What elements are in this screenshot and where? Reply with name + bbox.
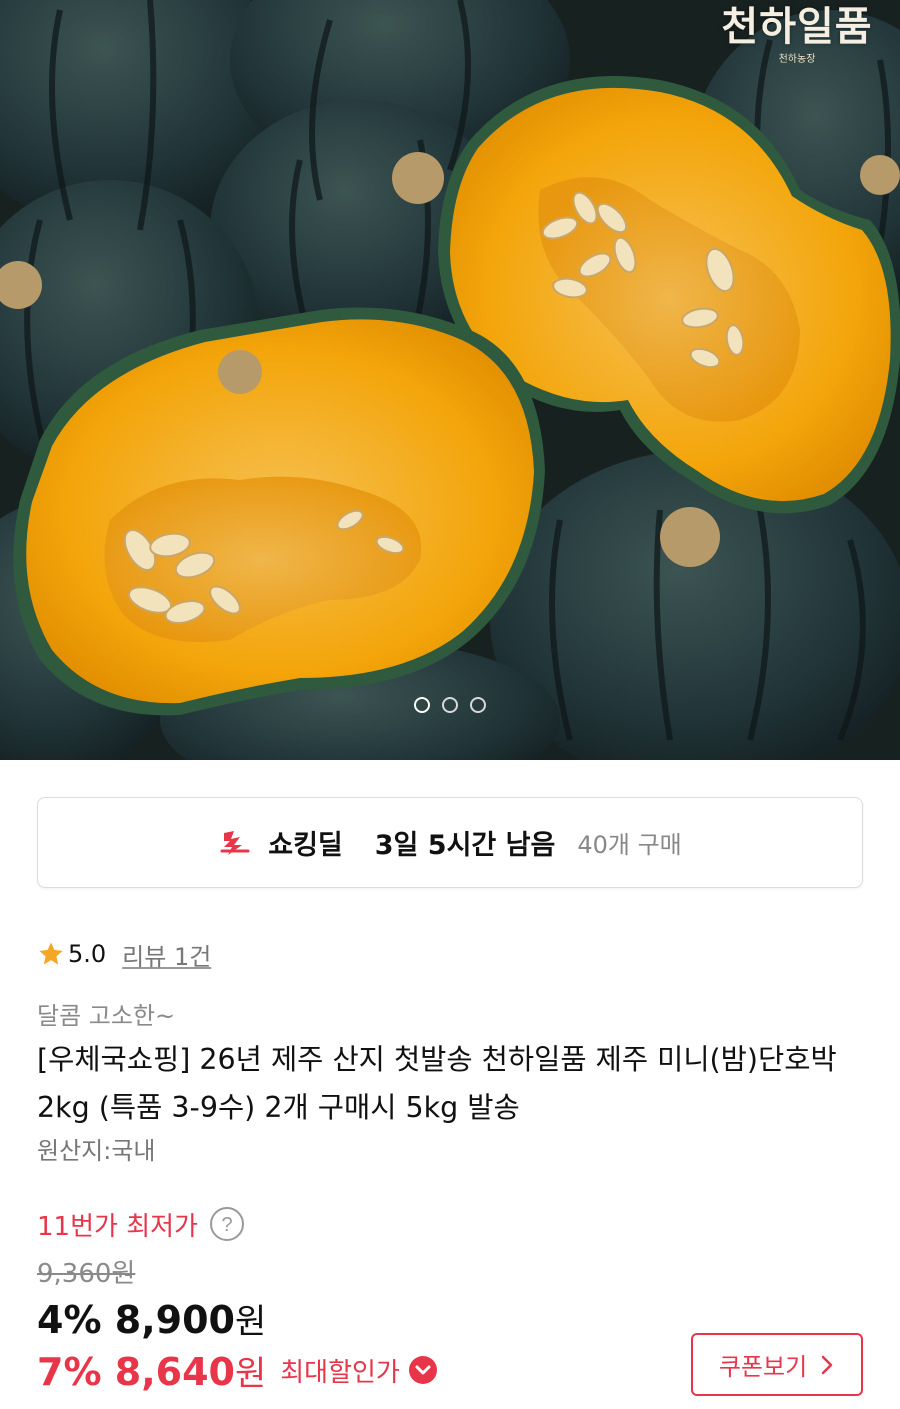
chevron-down-icon[interactable] (408, 1355, 438, 1385)
max-discount-label: 최대할인가 (280, 1357, 400, 1388)
rating-row: 5.0 리뷰 1건 (37, 936, 211, 972)
pumpkin-photo (0, 0, 900, 760)
max-discount-price: 8,640 (114, 1349, 235, 1394)
max-discount-row: 7% 8,640원 최대할인가 (37, 1345, 438, 1395)
star-icon (39, 942, 63, 965)
review-link[interactable]: 리뷰 1건 (122, 937, 211, 972)
product-image-carousel[interactable]: 천하일품 천하농장 (0, 0, 900, 760)
discount-price: 8,900 (114, 1298, 235, 1342)
lowest-price-label: 11번가 최저가 (37, 1211, 198, 1242)
coupon-button-label: 쿠폰보기 (718, 1353, 808, 1381)
brand-watermark: 천하일품 천하농장 (712, 3, 882, 66)
original-price: 9,360원 (37, 1259, 136, 1289)
max-discount-rate: 7% (37, 1349, 102, 1394)
help-icon[interactable]: ? (208, 1205, 246, 1243)
deal-time-left: 3일 5시간 남음 (374, 830, 556, 861)
deal-label: 쇼킹딜 (268, 830, 343, 861)
svg-text:?: ? (221, 1214, 232, 1236)
product-title: [우체국쇼핑] 26년 제주 산지 첫발송 천하일품 제주 미니(밤)단호박 2… (37, 1043, 837, 1124)
discount-price-row: 4% 8,900원 (37, 1294, 266, 1343)
shocking-deal-banner[interactable]: 쇼킹딜 3일 5시간 남음 40개 구매 (37, 797, 863, 888)
carousel-dot[interactable] (470, 697, 486, 713)
rating-score: 5.0 (68, 940, 107, 968)
watermark-main: 천하일품 (721, 3, 873, 50)
discount-rate: 4% (37, 1298, 102, 1342)
watermark-sub: 천하농장 (778, 54, 816, 65)
coupon-view-button[interactable]: 쿠폰보기 (691, 1333, 863, 1396)
carousel-indicator (0, 697, 900, 713)
currency-unit: 원 (234, 1353, 267, 1394)
lowest-price-row: 11번가 최저가 ? (37, 1204, 246, 1244)
product-origin: 원산지:국내 (37, 1137, 156, 1165)
chevron-right-icon (821, 1355, 833, 1374)
shocking-deal-icon (220, 830, 250, 855)
currency-unit: 원 (234, 1302, 267, 1342)
deal-purchase-count: 40개 구매 (577, 831, 682, 859)
carousel-dot[interactable] (414, 697, 430, 713)
carousel-dot[interactable] (442, 697, 458, 713)
product-subtitle: 달콤 고소한~ (37, 1002, 176, 1030)
